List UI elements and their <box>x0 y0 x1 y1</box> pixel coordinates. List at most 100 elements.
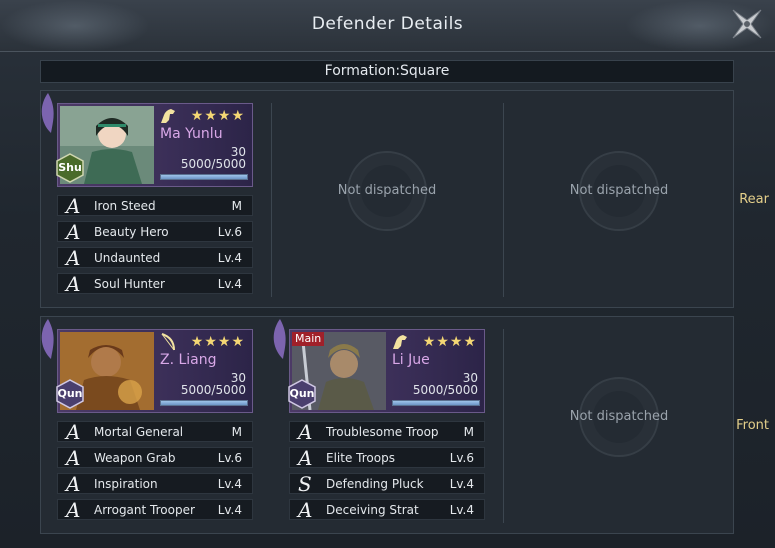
skill-grade: A <box>298 498 313 522</box>
skill-row[interactable]: A Elite Troops Lv.6 <box>289 446 485 470</box>
skill-level: Lv.4 <box>217 251 242 265</box>
empty-slot-label: Not dispatched <box>569 409 669 424</box>
skill-level: Lv.4 <box>449 477 474 491</box>
skill-row[interactable]: A Undaunted Lv.4 <box>57 246 253 270</box>
star-icon: ★ <box>190 334 204 350</box>
skill-grade: A <box>66 446 81 470</box>
star-icon: ★ <box>422 334 436 350</box>
skill-grade: A <box>298 420 313 444</box>
skill-grade: A <box>66 194 81 218</box>
skill-row[interactable]: A Beauty Hero Lv.6 <box>57 220 253 244</box>
star-icon: ★ <box>217 334 231 350</box>
skill-name: Soul Hunter <box>94 277 165 291</box>
empty-slot-label: Not dispatched <box>337 183 437 198</box>
row-label-front: Front <box>736 418 769 433</box>
horse-icon <box>393 335 407 349</box>
faction-label: Qun <box>289 387 315 400</box>
hero-name: Li Jue <box>392 352 430 368</box>
star-icon: ★ <box>190 108 204 124</box>
skill-name: Troublesome Troop <box>326 425 439 439</box>
faction-badge: Qun <box>55 379 85 409</box>
star-rating: ★ ★ ★ ★ <box>191 108 244 124</box>
skill-level: Lv.4 <box>449 503 474 517</box>
bow-icon <box>161 333 175 351</box>
skill-grade: A <box>66 498 81 522</box>
skill-grade: A <box>66 246 81 270</box>
skill-name: Weapon Grab <box>94 451 176 465</box>
purple-feather-icon <box>273 319 286 359</box>
star-icon: ★ <box>231 334 244 350</box>
hero-slot-li-jue[interactable]: Main ★ ★ ★ ★ Li Jue 30 5000/5000 Qun A T… <box>273 317 488 527</box>
skill-name: Inspiration <box>94 477 158 491</box>
skill-row[interactable]: A Arrogant Trooper Lv.4 <box>57 498 253 522</box>
skill-level: M <box>231 425 242 439</box>
rear-row-panel: ★ ★ ★ ★ Ma Yunlu 30 5000/5000 Shu A Iron St… <box>40 90 734 308</box>
title-bar: Defender Details <box>0 0 775 52</box>
troop-bar <box>160 400 248 406</box>
skill-grade: A <box>66 272 81 296</box>
star-icon: ★ <box>217 108 231 124</box>
skill-level: Lv.6 <box>449 451 474 465</box>
skill-level: M <box>231 199 242 213</box>
empty-slot[interactable]: Not dispatched <box>504 317 734 535</box>
empty-slot[interactable]: Not dispatched <box>504 91 734 309</box>
purple-feather-icon <box>41 319 54 359</box>
hero-card[interactable]: ★ ★ ★ ★ Z. Liang 30 5000/5000 <box>57 329 253 413</box>
close-button[interactable] <box>725 2 769 46</box>
skill-name: Beauty Hero <box>94 225 169 239</box>
skill-row[interactable]: A Mortal General M <box>57 420 253 444</box>
hero-card[interactable]: Main ★ ★ ★ ★ Li Jue 30 5000/5000 <box>289 329 485 413</box>
star-icon: ★ <box>204 108 217 124</box>
skill-row[interactable]: A Iron Steed M <box>57 194 253 218</box>
hero-troops: 5000/5000 <box>180 157 246 171</box>
skill-level: Lv.4 <box>217 477 242 491</box>
skill-row[interactable]: A Weapon Grab Lv.6 <box>57 446 253 470</box>
empty-slot[interactable]: Not dispatched <box>272 91 502 309</box>
hero-name: Z. Liang <box>160 352 217 368</box>
skill-level: Lv.4 <box>217 277 242 291</box>
defender-details-window: Defender Details Formation:Square ★ ★ ★ … <box>0 0 775 548</box>
formation-label: Formation:Square <box>40 60 734 83</box>
main-badge: Main <box>292 332 325 346</box>
skill-row[interactable]: A Soul Hunter Lv.4 <box>57 272 253 296</box>
skill-row[interactable]: S Defending Pluck Lv.4 <box>289 472 485 496</box>
window-title: Defender Details <box>311 14 464 34</box>
purple-feather-icon <box>41 93 54 133</box>
skill-grade: S <box>298 472 312 496</box>
skill-name: Defending Pluck <box>326 477 424 491</box>
faction-badge: Qun <box>287 379 317 409</box>
hero-card[interactable]: ★ ★ ★ ★ Ma Yunlu 30 5000/5000 <box>57 103 253 187</box>
empty-slot-label: Not dispatched <box>569 183 669 198</box>
star-icon: ★ <box>436 334 449 350</box>
skill-row[interactable]: A Inspiration Lv.4 <box>57 472 253 496</box>
hero-troops: 5000/5000 <box>180 383 246 397</box>
horse-icon <box>161 109 175 123</box>
hero-troops: 5000/5000 <box>412 383 478 397</box>
front-row-panel: ★ ★ ★ ★ Z. Liang 30 5000/5000 Qun A Mortal … <box>40 316 734 534</box>
star-rating: ★ ★ ★ ★ <box>423 334 476 350</box>
skill-row[interactable]: A Troublesome Troop M <box>289 420 485 444</box>
skill-name: Iron Steed <box>94 199 156 213</box>
troop-bar <box>392 400 480 406</box>
skill-level: Lv.4 <box>217 503 242 517</box>
skill-name: Deceiving Strat <box>326 503 419 517</box>
hero-slot-ma-yunlu[interactable]: ★ ★ ★ ★ Ma Yunlu 30 5000/5000 Shu A Iron St… <box>41 91 256 301</box>
skill-grade: A <box>66 472 81 496</box>
faction-label: Shu <box>58 161 82 174</box>
skill-name: Undaunted <box>94 251 161 265</box>
skill-name: Elite Troops <box>326 451 395 465</box>
skill-name: Arrogant Trooper <box>94 503 195 517</box>
skill-level: M <box>463 425 474 439</box>
skill-grade: A <box>298 446 313 470</box>
skill-name: Mortal General <box>94 425 184 439</box>
star-icon: ★ <box>449 334 463 350</box>
star-icon: ★ <box>231 108 244 124</box>
row-label-rear: Rear <box>739 192 769 207</box>
hero-slot-z-liang[interactable]: ★ ★ ★ ★ Z. Liang 30 5000/5000 Qun A Mortal … <box>41 317 256 527</box>
faction-label: Qun <box>57 387 83 400</box>
star-rating: ★ ★ ★ ★ <box>191 334 244 350</box>
skill-row[interactable]: A Deceiving Strat Lv.4 <box>289 498 485 522</box>
star-icon: ★ <box>463 334 476 350</box>
skill-level: Lv.6 <box>217 225 242 239</box>
star-icon: ★ <box>204 334 217 350</box>
